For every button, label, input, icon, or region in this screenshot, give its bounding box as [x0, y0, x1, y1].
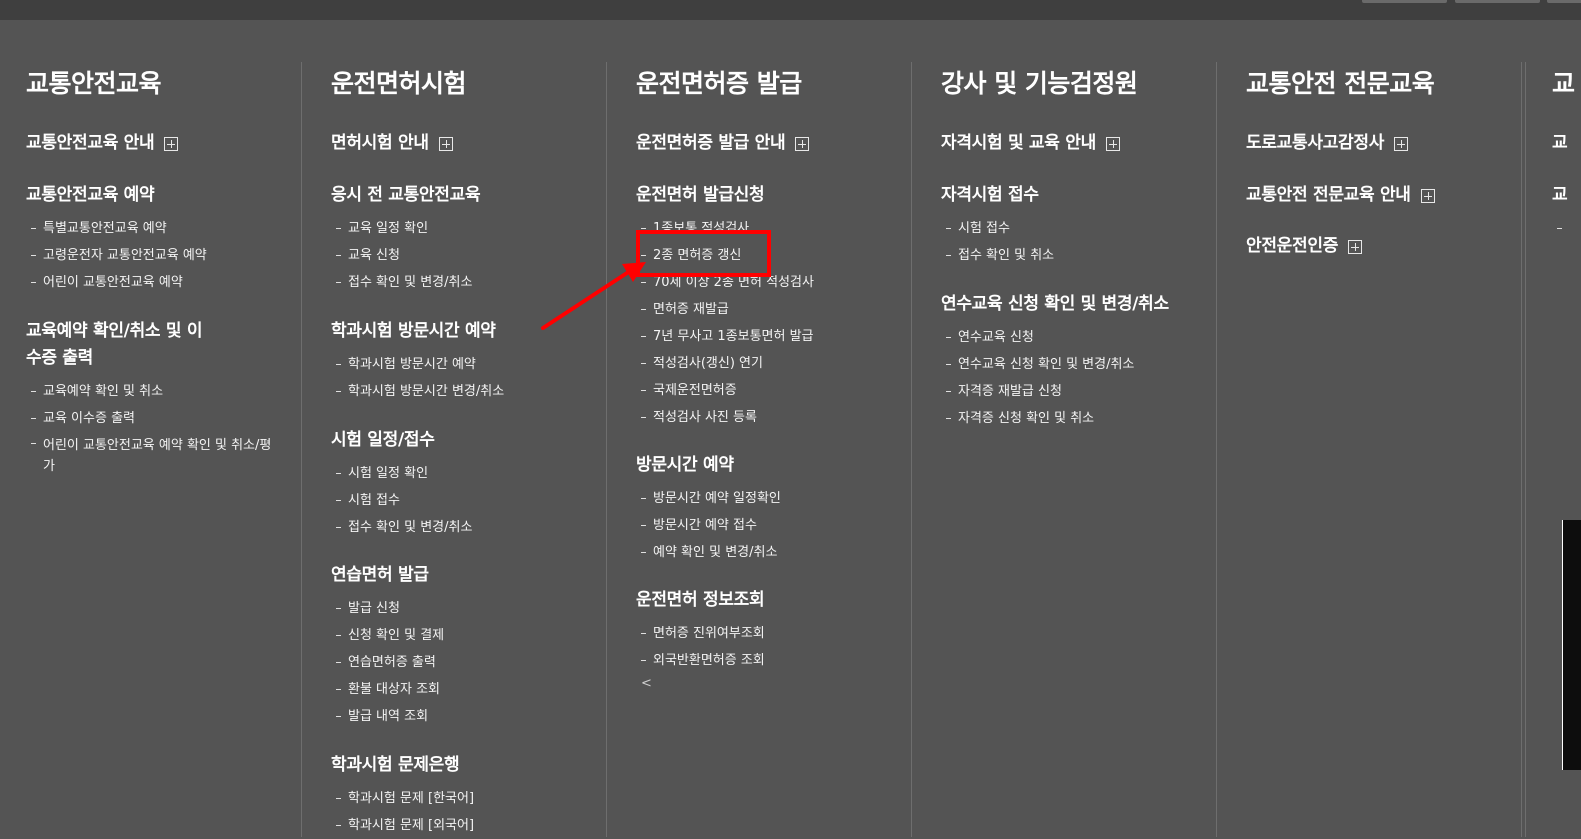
menu-item[interactable]: 특별교통안전교육 예약	[26, 215, 301, 242]
menu-item[interactable]: 접수 확인 및 변경/취소	[331, 514, 606, 541]
column-title: 교	[1552, 69, 1575, 98]
menu-item[interactable]: 발급 신청	[331, 595, 606, 622]
section-link[interactable]: 운전면허 발급신청	[636, 182, 911, 209]
menu-item[interactable]: 시험 접수	[941, 215, 1216, 242]
menu-item[interactable]: 접수 확인 및 변경/취소	[331, 269, 606, 296]
section-label: 교통안전교육 안내	[26, 133, 155, 153]
section-link[interactable]: 안전운전인증	[1246, 233, 1521, 260]
column-title: 교통안전교육	[26, 69, 162, 98]
menu-item[interactable]: 환불 대상자 조회	[331, 676, 606, 703]
menu-item[interactable]: 자격증 신청 확인 및 취소	[941, 405, 1216, 432]
menu-column-license-issuance: 운전면허증 발급 운전면허증 발급 안내 운전면허 발급신청 1종보통 적성검사…	[610, 62, 912, 837]
menu-item[interactable]: 방문시간 예약 일정확인	[636, 485, 911, 512]
section-label: 안전운전인증	[1246, 236, 1339, 256]
menu-column-license-exam: 운전면허시험 면허시험 안내 응시 전 교통안전교육 교육 일정 확인 교육 신…	[305, 62, 607, 837]
section-link[interactable]: 교통안전 전문교육 안내	[1246, 182, 1521, 209]
menu-item[interactable]: 적성검사 사진 등록	[636, 404, 911, 431]
section-link[interactable]: 시험 일정/접수	[331, 427, 606, 454]
menu-item[interactable]: 7년 무사고 1종보통면허 발급	[636, 323, 911, 350]
section-link[interactable]: 면허시험 안내	[331, 130, 606, 157]
expand-plus-icon[interactable]	[1420, 188, 1435, 203]
menu-item[interactable]: 방문시간 예약 접수	[636, 512, 911, 539]
chevron-left-icon[interactable]: <	[641, 676, 652, 691]
menu-item[interactable]: 발급 내역 조회	[331, 703, 606, 730]
section-link[interactable]: 교	[1552, 130, 1581, 157]
menu-item[interactable]: 연습면허증 출력	[331, 649, 606, 676]
section-link[interactable]: 학과시험 문제은행	[331, 752, 606, 779]
menu-item[interactable]: 면허증 진위여부조회	[636, 620, 911, 647]
section-link[interactable]: 교	[1552, 182, 1581, 209]
section-link[interactable]: 교통안전교육 예약	[26, 182, 301, 209]
highlight-box	[636, 230, 771, 277]
section-label: 자격시험 및 교육 안내	[941, 133, 1096, 153]
column-title: 운전면허시험	[331, 69, 467, 98]
top-bar	[0, 0, 1581, 20]
menu-item[interactable]: 교육예약 확인 및 취소	[26, 378, 301, 405]
menu-item[interactable]: 연수교육 신청 확인 및 변경/취소	[941, 351, 1216, 378]
top-bar-button[interactable]	[1455, 0, 1540, 3]
expand-plus-icon[interactable]	[164, 136, 179, 151]
menu-item[interactable]: 연수교육 신청	[941, 324, 1216, 351]
menu-item[interactable]: 어린이 교통안전교육 예약	[26, 269, 301, 296]
menu-item[interactable]: 예약 확인 및 변경/취소	[636, 539, 911, 566]
top-bar-button[interactable]	[1362, 0, 1447, 3]
menu-item[interactable]: 교육 신청	[331, 242, 606, 269]
section-label: 운전면허증 발급 안내	[636, 133, 786, 153]
menu-item[interactable]: 교육 일정 확인	[331, 215, 606, 242]
section-link[interactable]: 자격시험 및 교육 안내	[941, 130, 1216, 157]
column-title: 운전면허증 발급	[636, 69, 802, 98]
menu-item[interactable]: 학과시험 문제 [외국어]	[331, 812, 606, 839]
section-link[interactable]: 운전면허 정보조회	[636, 587, 911, 614]
top-bar-button[interactable]	[1547, 0, 1581, 3]
menu-item[interactable]: 자격증 재발급 신청	[941, 378, 1216, 405]
column-title: 교통안전 전문교육	[1246, 69, 1435, 98]
section-link[interactable]: 연습면허 발급	[331, 562, 606, 589]
menu-item[interactable]: 국제운전면허증	[636, 377, 911, 404]
section-label: 면허시험 안내	[331, 133, 429, 153]
section-link[interactable]: 운전면허증 발급 안내	[636, 130, 911, 157]
menu-item[interactable]: 신청 확인 및 결제	[331, 622, 606, 649]
menu-item[interactable]: 접수 확인 및 취소	[941, 242, 1216, 269]
section-link[interactable]: 방문시간 예약	[636, 452, 911, 479]
section-link[interactable]: 도로교통사고감정사	[1246, 130, 1521, 157]
section-link[interactable]: 응시 전 교통안전교육	[331, 182, 606, 209]
side-panel-edge	[1562, 520, 1581, 770]
section-link[interactable]: 학과시험 방문시간 예약	[331, 318, 606, 345]
menu-column-professional-education: 교통안전 전문교육 도로교통사고감정사 교통안전 전문교육 안내 안전운전인증	[1220, 62, 1522, 837]
menu-item[interactable]: 교육 이수증 출력	[26, 405, 301, 432]
menu-column-traffic-safety-education: 교통안전교육 교통안전교육 안내 교통안전교육 예약 특별교통안전교육 예약 고…	[0, 62, 302, 837]
menu-item[interactable]: 어린이 교통안전교육 예약 확인 및 취소/평가	[26, 432, 276, 477]
expand-plus-icon[interactable]	[1394, 136, 1409, 151]
menu-item[interactable]: 시험 일정 확인	[331, 460, 606, 487]
expand-plus-icon[interactable]	[795, 136, 810, 151]
menu-item[interactable]: 학과시험 방문시간 예약	[331, 351, 606, 378]
section-label: 도로교통사고감정사	[1246, 133, 1385, 153]
section-link[interactable]: 자격시험 접수	[941, 182, 1216, 209]
section-link[interactable]: 교통안전교육 안내	[26, 130, 301, 157]
menu-item[interactable]: 외국반환면허증 조회	[636, 647, 911, 674]
expand-plus-icon[interactable]	[1348, 239, 1363, 254]
menu-item[interactable]: 학과시험 방문시간 변경/취소	[331, 378, 606, 405]
section-link[interactable]: 연수교육 신청 확인 및 변경/취소	[941, 291, 1216, 318]
section-link[interactable]: 교육예약 확인/취소 및 이수증 출력	[26, 318, 216, 372]
section-label: 교통안전 전문교육 안내	[1246, 185, 1411, 205]
expand-plus-icon[interactable]	[1105, 136, 1120, 151]
menu-item[interactable]: 시험 접수	[331, 487, 606, 514]
menu-item[interactable]: 학과시험 문제 [한국어]	[331, 785, 606, 812]
column-title: 강사 및 기능검정원	[941, 69, 1138, 98]
menu-item[interactable]: 적성검사(갱신) 연기	[636, 350, 911, 377]
expand-plus-icon[interactable]	[438, 136, 453, 151]
menu-item[interactable]: 고령운전자 교통안전교육 예약	[26, 242, 301, 269]
menu-column-instructor-examiner: 강사 및 기능검정원 자격시험 및 교육 안내 자격시험 접수 시험 접수 접수…	[915, 62, 1217, 837]
menu-item[interactable]: 면허증 재발급	[636, 296, 911, 323]
